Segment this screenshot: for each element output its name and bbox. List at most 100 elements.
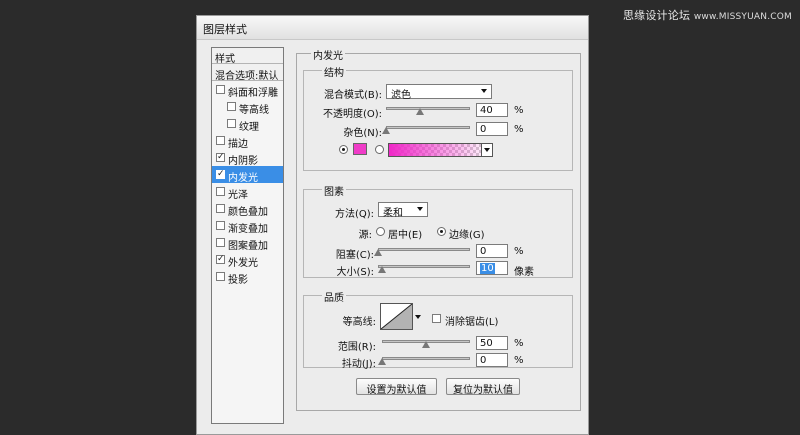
chevron-down-icon	[481, 89, 487, 93]
size-slider[interactable]	[377, 263, 470, 273]
style-item[interactable]: 光泽	[212, 183, 283, 200]
source-label: 源:	[358, 230, 372, 241]
slider-track	[386, 126, 470, 129]
choke-slider[interactable]	[374, 246, 470, 256]
watermark: 思缘设计论坛 www.MISSYUAN.COM	[623, 7, 792, 23]
glow-color-swatch[interactable]	[353, 143, 367, 155]
noise-input[interactable]: 0	[476, 122, 508, 136]
style-item[interactable]: 斜面和浮雕	[212, 81, 283, 98]
checkbox-icon[interactable]	[216, 187, 225, 196]
jitter-value: 0	[480, 355, 487, 366]
source-edge-radio[interactable]	[437, 227, 446, 236]
percent-sign: %	[514, 105, 524, 116]
style-item-label: 斜面和浮雕	[228, 88, 278, 98]
style-item-label: 投影	[228, 275, 248, 285]
checkbox-checked-icon[interactable]: ✓	[216, 153, 225, 162]
opacity-input[interactable]: 40	[476, 103, 508, 117]
style-item[interactable]: ✓ 外发光	[212, 251, 283, 268]
glow-gradient-picker[interactable]	[388, 143, 493, 157]
make-default-button[interactable]: 设置为默认值	[356, 378, 437, 396]
percent-sign: %	[514, 246, 524, 257]
source-edge-label: 边缘(G)	[449, 230, 485, 241]
slider-track	[378, 265, 470, 268]
slider-thumb[interactable]	[374, 249, 382, 256]
antialias-checkbox[interactable]	[432, 314, 441, 323]
reset-default-button[interactable]: 复位为默认值	[446, 378, 520, 396]
checkbox-icon[interactable]	[227, 119, 236, 128]
percent-sign: %	[514, 355, 524, 366]
opacity-slider[interactable]	[386, 105, 470, 115]
gradient-dropdown-icon[interactable]	[481, 143, 493, 157]
checkbox-checked-icon[interactable]: ✓	[216, 255, 225, 264]
size-value: 10	[480, 263, 495, 274]
style-item-label: 内发光	[228, 173, 258, 183]
style-item[interactable]: 描边	[212, 132, 283, 149]
style-item[interactable]: ✓ 内发光	[212, 166, 283, 183]
opacity-label: 不透明度(O):	[322, 109, 382, 120]
dialog-titlebar[interactable]: 图层样式	[197, 16, 588, 40]
gradient-radio[interactable]	[375, 145, 384, 154]
style-list: 样式 混合选项:默认 斜面和浮雕 等高线 纹理 描边 ✓ 内阴影 ✓ 内发光 光泽 颜色叠加 渐变叠…	[211, 47, 284, 424]
style-item[interactable]: 图案叠加	[212, 234, 283, 251]
style-item[interactable]: ✓ 内阴影	[212, 149, 283, 166]
choke-input[interactable]: 0	[476, 244, 508, 258]
choke-label: 阻塞(C):	[335, 250, 374, 261]
style-item[interactable]: 纹理	[212, 115, 283, 132]
checkbox-checked-icon[interactable]: ✓	[216, 170, 225, 179]
checkbox-icon[interactable]	[216, 136, 225, 145]
checkbox-icon[interactable]	[227, 102, 236, 111]
antialias-label: 消除锯齿(L)	[445, 317, 499, 328]
contour-dropdown-icon[interactable]	[414, 303, 422, 330]
percent-sign: %	[514, 124, 524, 135]
quality-group: 品质 等高线: 消除锯齿(L) 范围(R): 50 % 抖动(J): 0 %	[303, 289, 573, 370]
style-item-label: 内阴影	[228, 156, 258, 166]
panel-title: 内发光	[311, 47, 345, 62]
blend-mode-select[interactable]: 滤色	[386, 84, 492, 101]
contour-picker[interactable]	[380, 303, 413, 330]
checkbox-icon[interactable]	[216, 238, 225, 247]
style-item[interactable]: 等高线	[212, 98, 283, 115]
elements-title: 图素	[322, 183, 346, 198]
chevron-down-icon	[417, 207, 423, 211]
checkbox-icon[interactable]	[216, 85, 225, 94]
styles-header[interactable]: 样式	[212, 48, 283, 65]
technique-select[interactable]: 柔和	[378, 202, 428, 219]
checkbox-icon[interactable]	[216, 204, 225, 213]
checkbox-icon[interactable]	[216, 272, 225, 281]
slider-track	[386, 107, 470, 110]
jitter-slider[interactable]	[378, 355, 470, 365]
slider-thumb[interactable]	[382, 127, 390, 134]
style-item-label: 描边	[228, 139, 248, 149]
slider-track	[378, 248, 470, 251]
blend-mode-label: 混合模式(B):	[323, 90, 382, 101]
style-item[interactable]: 渐变叠加	[212, 217, 283, 234]
technique-value: 柔和	[383, 208, 403, 219]
slider-thumb[interactable]	[422, 341, 430, 348]
style-item[interactable]: 颜色叠加	[212, 200, 283, 217]
structure-group: 结构 混合模式(B): 滤色 不透明度(O): 40 % 杂色(N): 0 %	[303, 64, 573, 171]
style-item-label: 渐变叠加	[228, 224, 268, 234]
source-center-radio[interactable]	[376, 227, 385, 236]
source-center-label: 居中(E)	[388, 230, 423, 241]
size-input[interactable]: 10	[476, 261, 508, 275]
slider-thumb[interactable]	[377, 266, 386, 273]
color-radio[interactable]	[339, 145, 348, 154]
jitter-input[interactable]: 0	[476, 353, 508, 367]
style-item-label: 纹理	[239, 122, 259, 132]
range-slider[interactable]	[382, 338, 470, 348]
size-unit: 像素	[514, 267, 534, 278]
slider-thumb[interactable]	[378, 358, 386, 365]
size-label: 大小(S):	[336, 267, 374, 278]
blending-options-item[interactable]: 混合选项:默认	[212, 64, 283, 81]
style-item-label: 光泽	[228, 190, 248, 200]
noise-slider[interactable]	[382, 124, 470, 134]
range-label: 范围(R):	[337, 342, 376, 353]
inner-glow-panel: 内发光 结构 混合模式(B): 滤色 不透明度(O): 40 % 杂色(N): …	[296, 47, 581, 411]
range-input[interactable]: 50	[476, 336, 508, 350]
opacity-value: 40	[480, 105, 493, 116]
style-item[interactable]: 投影	[212, 268, 283, 285]
slider-thumb[interactable]	[415, 108, 424, 115]
checkbox-icon[interactable]	[216, 221, 225, 230]
structure-title: 结构	[322, 64, 346, 79]
range-value: 50	[480, 338, 493, 349]
